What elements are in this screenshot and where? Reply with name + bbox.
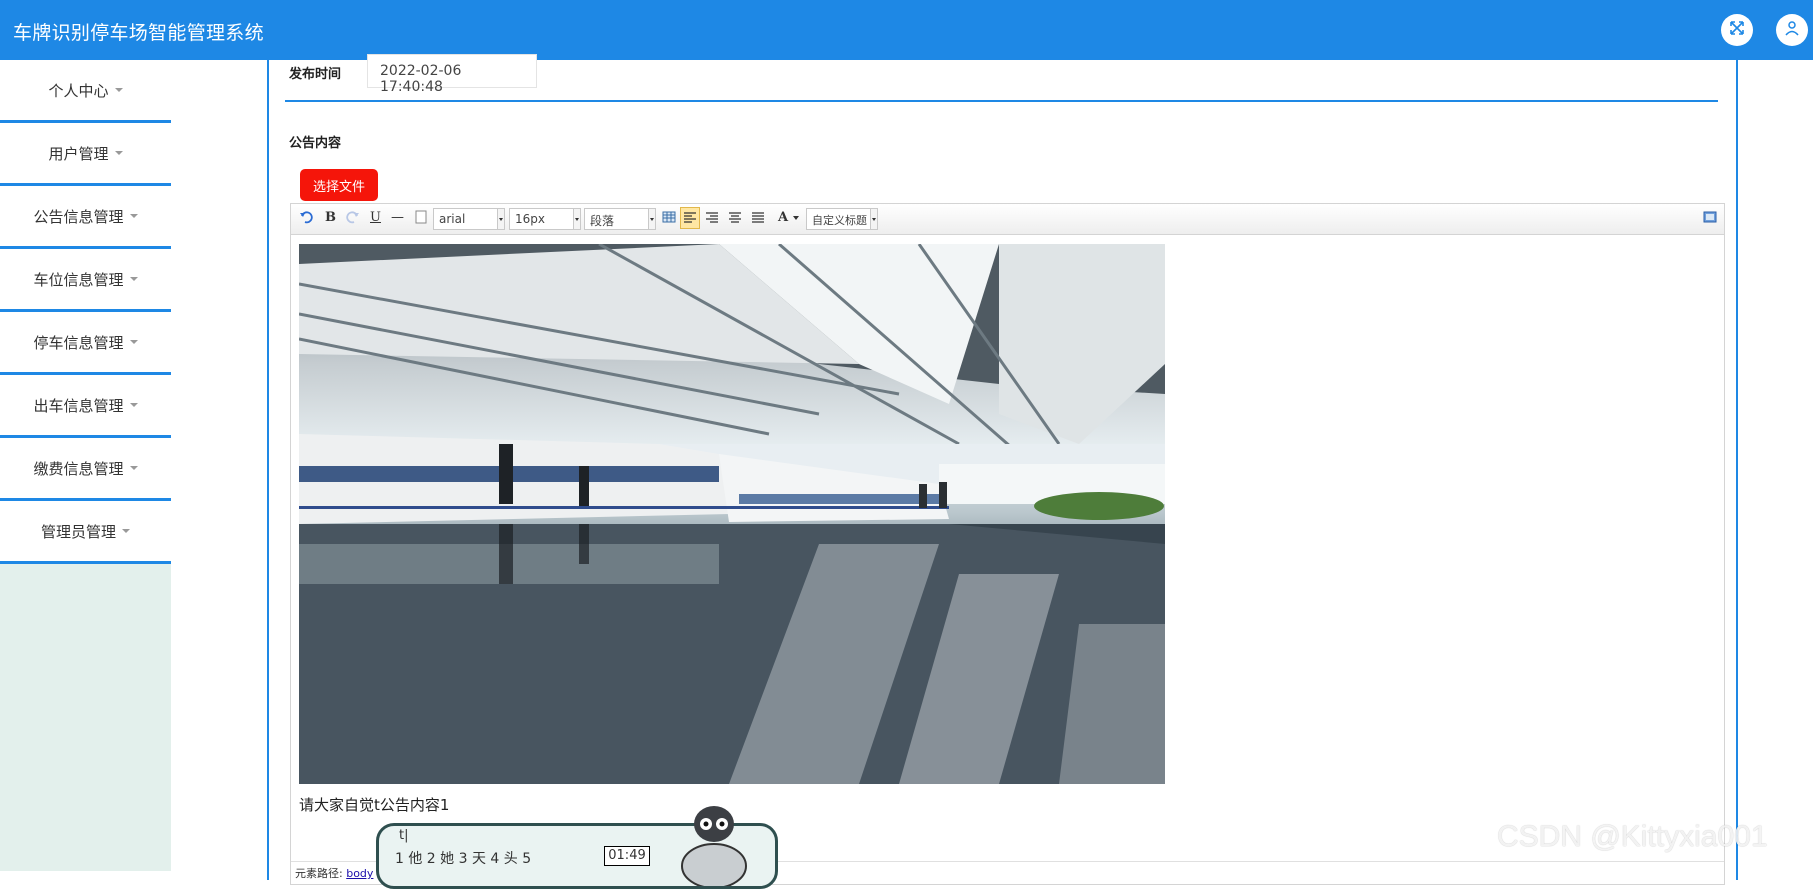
font-color-button[interactable]: A — [778, 210, 788, 226]
align-right-icon[interactable] — [705, 210, 719, 229]
chevron-down-icon — [129, 214, 138, 218]
top-header-bar: 车牌识别停车场智能管理系统 — [0, 0, 1813, 60]
sidebar-item-label: 用户管理 — [48, 144, 109, 163]
divider — [285, 100, 1718, 102]
justify-icon[interactable] — [751, 210, 765, 229]
sidebar-item-label: 车位信息管理 — [33, 270, 124, 289]
custom-title-value: 自定义标题 — [812, 214, 867, 227]
sidebar-item-label: 出车信息管理 — [33, 396, 124, 415]
chevron-down-icon — [573, 208, 581, 230]
redo-icon[interactable] — [346, 210, 360, 229]
horizontal-rule-button[interactable]: — — [391, 210, 404, 226]
sidebar-item-label: 个人中心 — [48, 81, 109, 100]
train-station-photo — [299, 244, 1165, 784]
chevron-down-icon — [129, 340, 138, 344]
chevron-down-icon[interactable] — [793, 216, 799, 220]
chevron-down-icon — [122, 529, 130, 533]
sidebar-item-label: 缴费信息管理 — [33, 459, 124, 478]
chevron-down-icon — [497, 208, 505, 230]
clock-readout: 01:49 — [604, 846, 650, 866]
sidebar-item-admin-management[interactable]: 管理员管理 — [0, 501, 171, 564]
chevron-down-icon — [648, 208, 656, 230]
editor-toolbar: B U — arial 16px 段落 A 自定义标题 — [291, 204, 1724, 235]
chevron-down-icon — [114, 88, 123, 92]
editor-fullscreen-icon[interactable] — [1703, 210, 1717, 229]
chevron-down-icon — [129, 466, 138, 470]
expand-icon — [1729, 20, 1745, 40]
content-label: 公告内容 — [289, 136, 342, 151]
fullscreen-button[interactable] — [1721, 14, 1753, 46]
watermark: CSDN @Kittyxia001 — [1497, 820, 1768, 853]
chevron-down-icon — [129, 403, 138, 407]
sidebar-item-payment-management[interactable]: 缴费信息管理 — [0, 438, 171, 501]
font-size-value: 16px — [515, 212, 545, 226]
choose-file-button[interactable]: 选择文件 — [300, 169, 378, 201]
chevron-down-icon — [114, 151, 123, 155]
page-icon[interactable] — [415, 210, 427, 229]
sidebar-item-label: 管理员管理 — [40, 522, 116, 541]
table-icon[interactable] — [662, 210, 676, 229]
sidebar-item-parking-management[interactable]: 停车信息管理 — [0, 312, 171, 375]
chevron-down-icon — [870, 208, 878, 230]
sidebar-item-label: 公告信息管理 — [33, 207, 124, 226]
ime-input: t| — [399, 828, 409, 843]
align-center-icon[interactable] — [728, 210, 742, 229]
publish-time-field[interactable]: 2022-02-06 17:40:48 — [367, 54, 537, 95]
undo-icon[interactable] — [299, 210, 313, 229]
chevron-down-icon — [129, 277, 138, 281]
paragraph-select[interactable]: 段落 — [584, 208, 656, 230]
ime-candidates[interactable]: 1 他 2 她 3 天 4 头 5 — [395, 848, 531, 868]
user-icon — [1784, 20, 1800, 40]
main-form-panel: 发布时间 2022-02-06 17:40:48 公告内容 选择文件 B U —… — [267, 54, 1738, 885]
custom-title-select[interactable]: 自定义标题 — [806, 208, 878, 230]
rich-text-editor[interactable]: B U — arial 16px 段落 A 自定义标题 请大家自觉t公告内容1 … — [290, 203, 1725, 885]
sidebar-item-user-management[interactable]: 用户管理 — [0, 123, 171, 186]
sidebar-item-exit-management[interactable]: 出车信息管理 — [0, 375, 171, 438]
bold-button[interactable]: B — [325, 210, 336, 226]
sidebar-item-space-management[interactable]: 车位信息管理 — [0, 249, 171, 312]
editor-content-text[interactable]: 请大家自觉t公告内容1 — [299, 794, 449, 815]
underline-button[interactable]: U — [370, 210, 381, 226]
sidebar-item-notice-management[interactable]: 公告信息管理 — [0, 186, 171, 249]
sidebar: 个人中心 用户管理 公告信息管理 车位信息管理 停车信息管理 出车信息管理 缴费… — [0, 60, 171, 871]
publish-time-value: 2022-02-06 17:40:48 — [380, 63, 462, 95]
element-path-label: 元素路径: — [295, 867, 343, 880]
ime-candidate-window[interactable]: t| 1 他 2 她 3 天 4 头 5 — [376, 806, 778, 889]
app-title: 车牌识别停车场智能管理系统 — [13, 22, 264, 44]
font-family-select[interactable]: arial — [433, 208, 505, 230]
paragraph-value: 段落 — [590, 214, 615, 228]
sidebar-item-personal-center[interactable]: 个人中心 — [0, 60, 171, 123]
element-path-link[interactable]: body — [346, 867, 373, 880]
user-button[interactable] — [1776, 14, 1808, 46]
sidebar-item-label: 停车信息管理 — [33, 333, 124, 352]
align-left-icon[interactable] — [680, 207, 700, 229]
font-family-value: arial — [439, 212, 466, 226]
font-size-select[interactable]: 16px — [509, 208, 581, 230]
mascot-icon — [681, 806, 747, 886]
publish-time-label: 发布时间 — [289, 67, 342, 82]
